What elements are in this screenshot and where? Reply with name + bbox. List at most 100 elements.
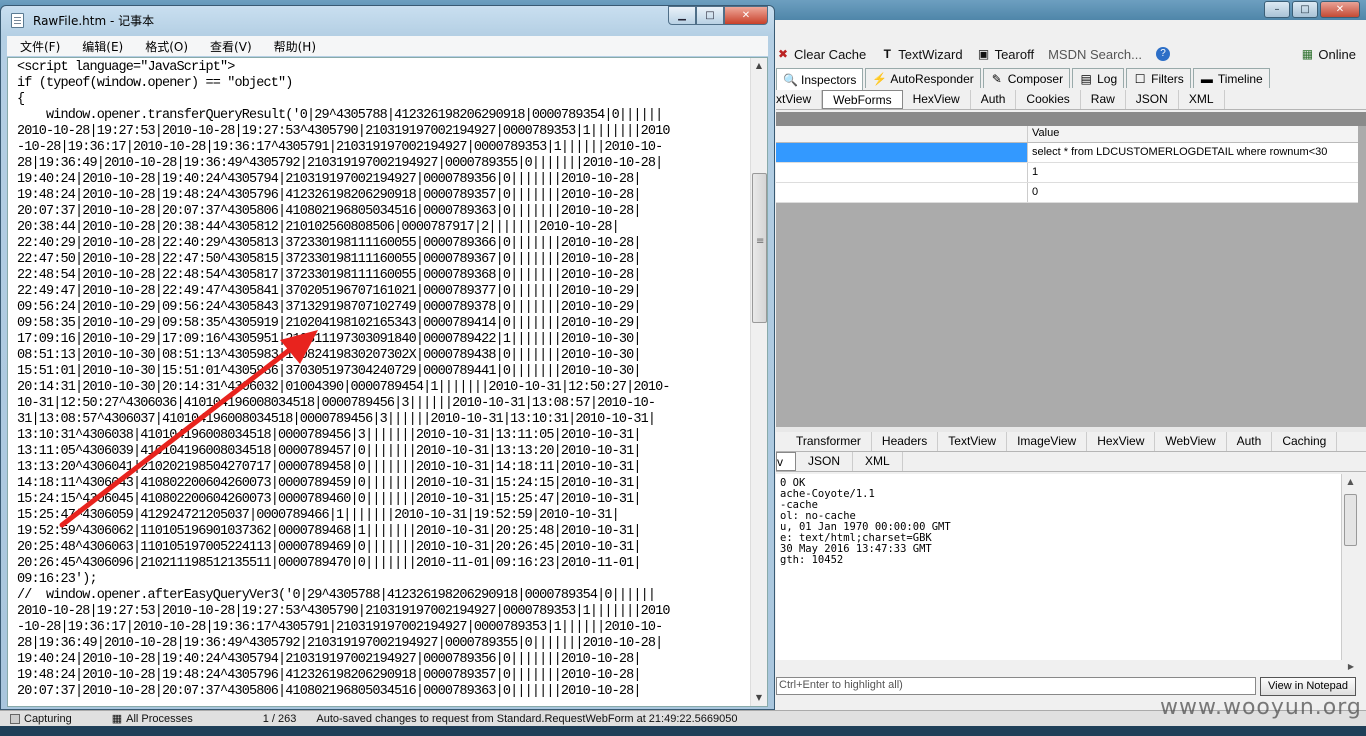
scroll-up-icon[interactable]: ▲: [1342, 474, 1359, 490]
text-line[interactable]: 13:13:20^4306041|210202198504270717|0000…: [17, 460, 747, 476]
tab-response-auth[interactable]: Auth: [1227, 432, 1273, 451]
help-button[interactable]: ?: [1156, 47, 1170, 61]
tab-response-imageview[interactable]: ImageView: [1007, 432, 1088, 451]
text-line[interactable]: 28|19:36:49|2010-10-28|19:36:49^4305792|…: [17, 636, 747, 652]
tab-request-json[interactable]: JSON: [1126, 90, 1179, 109]
tab-response-xml[interactable]: XML: [853, 452, 903, 471]
grid-row[interactable]: select * from LDCUSTOMERLOGDETAIL where …: [776, 143, 1358, 163]
close-button[interactable]: ✕: [1320, 1, 1360, 18]
tab-request-raw[interactable]: Raw: [1081, 90, 1126, 109]
text-line[interactable]: 22:48:54|2010-10-28|22:48:54^4305817|372…: [17, 268, 747, 284]
tab-request-cookies[interactable]: Cookies: [1016, 90, 1081, 109]
text-line[interactable]: 09:56:24|2010-10-29|09:56:24^4305843|371…: [17, 300, 747, 316]
scroll-right-icon[interactable]: ▶: [1344, 660, 1358, 674]
quickfind-input[interactable]: Ctrl+Enter to highlight all): [776, 677, 1256, 695]
maximize-button[interactable]: □: [1292, 1, 1318, 18]
grid-value-cell[interactable]: 1: [1028, 163, 1358, 182]
tab-request-webforms[interactable]: WebForms: [822, 90, 903, 109]
text-line[interactable]: 19:48:24|2010-10-28|19:48:24^4305796|412…: [17, 668, 747, 684]
view-in-notepad-button[interactable]: View in Notepad: [1260, 677, 1356, 696]
response-headers-text[interactable]: 0 OK ache-Coyote/1.1 -cache ol: no-cache…: [776, 474, 1341, 662]
capturing-indicator[interactable]: Capturing: [0, 713, 82, 725]
text-line[interactable]: -10-28|19:36:17|2010-10-28|19:36:17^4305…: [17, 620, 747, 636]
tab-response-transformer[interactable]: Transformer: [776, 432, 872, 451]
text-line[interactable]: 19:40:24|2010-10-28|19:40:24^4305794|210…: [17, 172, 747, 188]
menu-file[interactable]: 文件(F): [7, 38, 69, 55]
text-line[interactable]: 2010-10-28|19:27:53|2010-10-28|19:27:53^…: [17, 604, 747, 620]
text-line[interactable]: 09:58:35|2010-10-29|09:58:35^4305919|210…: [17, 316, 747, 332]
text-line[interactable]: 14:18:11^4306043|410802200604260073|0000…: [17, 476, 747, 492]
text-line[interactable]: 20:38:44|2010-10-28|20:38:44^4305812|210…: [17, 220, 747, 236]
text-line[interactable]: 15:24:15^4306045|410802200604260073|0000…: [17, 492, 747, 508]
tab-filters[interactable]: ☐ Filters: [1126, 68, 1191, 88]
grid-name-cell[interactable]: [776, 163, 1028, 182]
tab-request-textview[interactable]: xtView: [776, 90, 823, 109]
notepad-vscrollbar[interactable]: ▲ ▼: [750, 58, 767, 706]
menu-format[interactable]: 格式(O): [132, 38, 197, 55]
response-hscrollbar[interactable]: ▶: [776, 660, 1358, 674]
text-line[interactable]: 31|13:08:57^4306037|410104196008034518|0…: [17, 412, 747, 428]
file-content[interactable]: <script language="JavaScript"> if (typeof…: [17, 60, 747, 700]
minimize-button[interactable]: –: [1264, 1, 1290, 18]
text-line[interactable]: 13:11:05^4306039|410104196008034518|0000…: [17, 444, 747, 460]
text-line[interactable]: 15:25:47^4306059|412924721205037|0000789…: [17, 508, 747, 524]
grid-value-cell[interactable]: 0: [1028, 183, 1358, 202]
tab-response-webview[interactable]: WebView: [1155, 432, 1227, 451]
online-indicator[interactable]: ▦ Online: [1300, 47, 1356, 62]
text-line[interactable]: 17:09:16|2010-10-29|17:09:16^4305951|210…: [17, 332, 747, 348]
close-button[interactable]: ✕: [724, 6, 768, 25]
tab-timeline[interactable]: ▬ Timeline: [1192, 68, 1270, 88]
text-line[interactable]: window.opener.transferQueryResult('0|29^…: [17, 108, 747, 124]
text-line[interactable]: 22:40:29|2010-10-28|22:40:29^4305813|372…: [17, 236, 747, 252]
text-line[interactable]: 2010-10-28|19:27:53|2010-10-28|19:27:53^…: [17, 124, 747, 140]
scroll-down-icon[interactable]: ▼: [751, 690, 767, 706]
text-line[interactable]: 08:51:13|2010-10-30|08:51:13^4305983|130…: [17, 348, 747, 364]
notepad-titlebar[interactable]: RawFile.htm - 记事本 ▁ □ ✕: [1, 6, 774, 34]
text-line[interactable]: if (typeof(window.opener) == "object"): [17, 76, 747, 92]
scroll-up-icon[interactable]: ▲: [751, 58, 767, 74]
grid-name-cell[interactable]: [776, 183, 1028, 202]
tab-request-xml[interactable]: XML: [1179, 90, 1225, 109]
text-line[interactable]: 15:51:01|2010-10-30|15:51:01^4305986|370…: [17, 364, 747, 380]
text-line[interactable]: -10-28|19:36:17|2010-10-28|19:36:17^4305…: [17, 140, 747, 156]
grid-row[interactable]: 0: [776, 183, 1358, 203]
text-line[interactable]: // window.opener.afterEasyQueryVer3('0|2…: [17, 588, 747, 604]
grid-value-cell[interactable]: select * from LDCUSTOMERLOGDETAIL where …: [1028, 143, 1358, 162]
text-line[interactable]: <script language="JavaScript">: [17, 60, 747, 76]
scrollbar-thumb[interactable]: [1344, 494, 1357, 546]
tab-response-headers[interactable]: Headers: [872, 432, 939, 451]
process-filter[interactable]: ▦ All Processes: [82, 712, 203, 726]
textwizard-button[interactable]: T TextWizard: [880, 47, 963, 62]
scrollbar-thumb[interactable]: [752, 173, 767, 323]
text-line[interactable]: 20:07:37|2010-10-28|20:07:37^4305806|410…: [17, 684, 747, 700]
tab-response-raw[interactable]: v: [776, 452, 796, 471]
msdn-search-input[interactable]: MSDN Search...: [1048, 47, 1142, 62]
text-line[interactable]: 19:52:59^4306062|110105196901037362|0000…: [17, 524, 747, 540]
tearoff-button[interactable]: ▣ Tearoff: [977, 47, 1034, 62]
tab-response-caching[interactable]: Caching: [1272, 432, 1338, 451]
notepad-text-area[interactable]: <script language="JavaScript"> if (typeof…: [7, 57, 768, 707]
text-line[interactable]: {: [17, 92, 747, 108]
text-line[interactable]: 28|19:36:49|2010-10-28|19:36:49^4305792|…: [17, 156, 747, 172]
grid-row[interactable]: 1: [776, 163, 1358, 183]
text-line[interactable]: 09:16:23');: [17, 572, 747, 588]
menu-view[interactable]: 查看(V): [197, 38, 261, 55]
clear-cache-button[interactable]: ✖ Clear Cache: [776, 47, 866, 62]
minimize-button[interactable]: ▁: [668, 6, 696, 25]
menu-help[interactable]: 帮助(H): [261, 38, 325, 55]
tab-response-hexview[interactable]: HexView: [1087, 432, 1156, 451]
tab-inspectors[interactable]: 🔍 Inspectors: [776, 68, 864, 90]
text-line[interactable]: 22:49:47|2010-10-28|22:49:47^4305841|370…: [17, 284, 747, 300]
text-line[interactable]: 20:25:48^4306063|110105197005224113|0000…: [17, 540, 747, 556]
tab-request-auth[interactable]: Auth: [971, 90, 1017, 109]
maximize-button[interactable]: □: [696, 6, 724, 25]
text-line[interactable]: 20:14:31|2010-10-30|20:14:31^4306032|010…: [17, 380, 747, 396]
tab-log[interactable]: ▤ Log: [1072, 68, 1125, 88]
tab-request-hexview[interactable]: HexView: [903, 90, 971, 109]
text-line[interactable]: 13:10:31^4306038|410104196008034518|0000…: [17, 428, 747, 444]
text-line[interactable]: 20:26:45^4306096|210211198512135511|0000…: [17, 556, 747, 572]
text-line[interactable]: 10-31|12:50:27^4306036|41010419600803451…: [17, 396, 747, 412]
text-line[interactable]: 19:40:24|2010-10-28|19:40:24^4305794|210…: [17, 652, 747, 668]
tab-composer[interactable]: ✎ Composer: [982, 68, 1071, 88]
tab-response-textview[interactable]: TextView: [938, 432, 1008, 451]
